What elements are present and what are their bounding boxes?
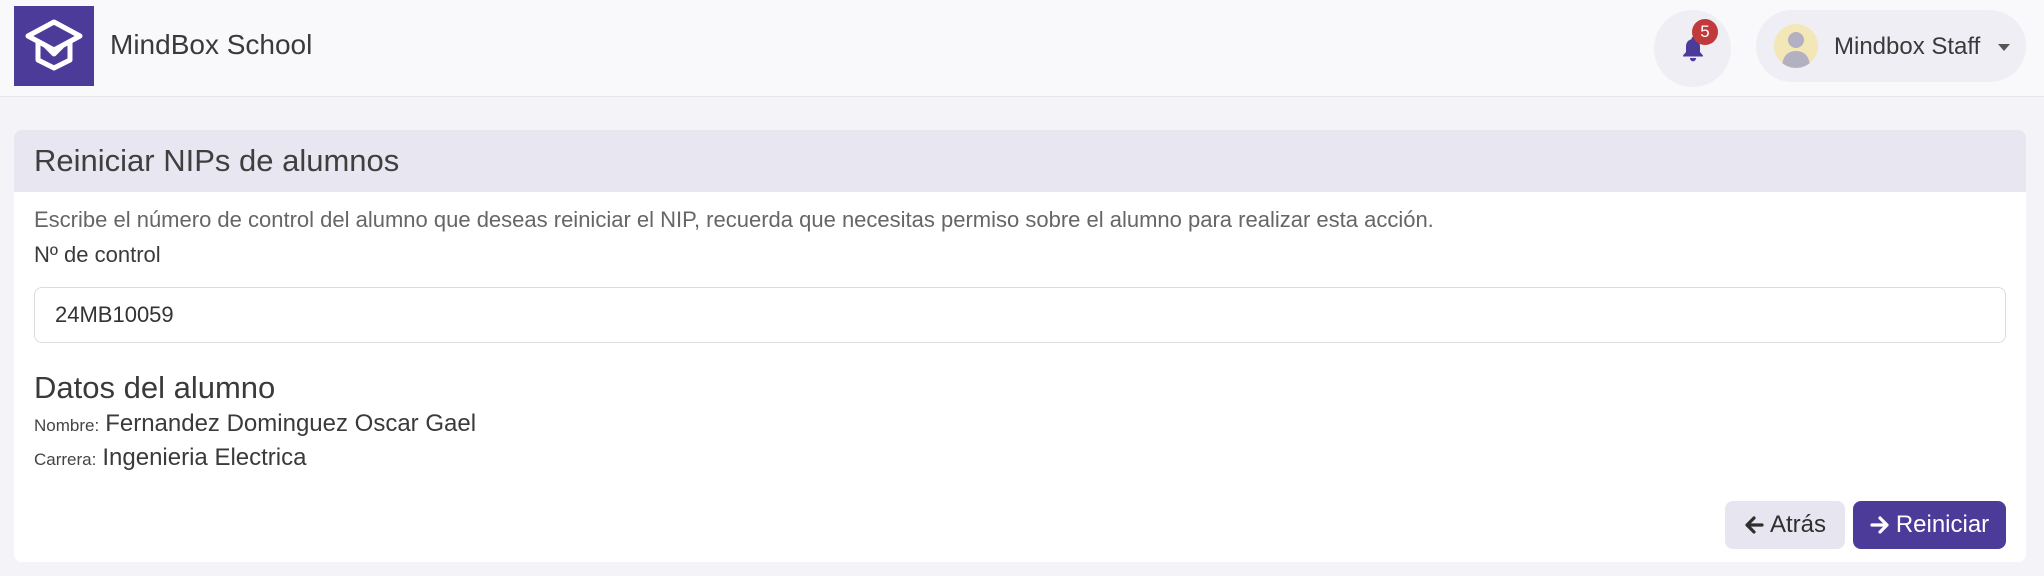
graduation-cap-icon (25, 19, 83, 71)
student-name-row: Nombre: Fernandez Dominguez Oscar Gael (34, 409, 476, 441)
back-button[interactable]: Atrás (1725, 501, 1845, 549)
caret-down-icon (1998, 44, 2010, 51)
reset-button[interactable]: Reiniciar (1853, 501, 2006, 549)
card-title: Reiniciar NIPs de alumnos (34, 143, 400, 178)
user-name: Mindbox Staff (1834, 33, 1981, 60)
notification-count-badge: 5 (1692, 19, 1718, 45)
student-career-label: Carrera: (34, 450, 97, 469)
control-number-input[interactable] (34, 287, 2006, 343)
card-description: Escribe el número de control del alumno … (34, 207, 1434, 232)
arrow-left-icon (1744, 515, 1764, 535)
reset-nip-card: Reiniciar NIPs de alumnos Escribe el núm… (14, 130, 2026, 562)
student-name-label: Nombre: (34, 416, 100, 435)
arrow-right-icon (1870, 515, 1890, 535)
notifications-button[interactable]: 5 (1654, 10, 1731, 87)
back-button-label: Atrás (1769, 511, 1826, 538)
student-career-value: Ingenieria Electrica (102, 444, 307, 471)
user-avatar-icon (1774, 24, 1818, 68)
student-section-title: Datos del alumno (34, 370, 276, 405)
app-name: MindBox School (110, 29, 313, 60)
reset-button-label: Reiniciar (1895, 511, 1990, 538)
student-career-row: Carrera: Ingenieria Electrica (34, 443, 306, 475)
student-name-value: Fernandez Dominguez Oscar Gael (105, 410, 477, 437)
top-navbar: MindBox School 5 Mindbox Staff (0, 0, 2044, 97)
control-number-label: Nº de control (34, 242, 161, 267)
app-logo[interactable] (14, 6, 94, 86)
user-menu-button[interactable]: Mindbox Staff (1756, 10, 2026, 82)
card-header: Reiniciar NIPs de alumnos (14, 130, 2026, 192)
